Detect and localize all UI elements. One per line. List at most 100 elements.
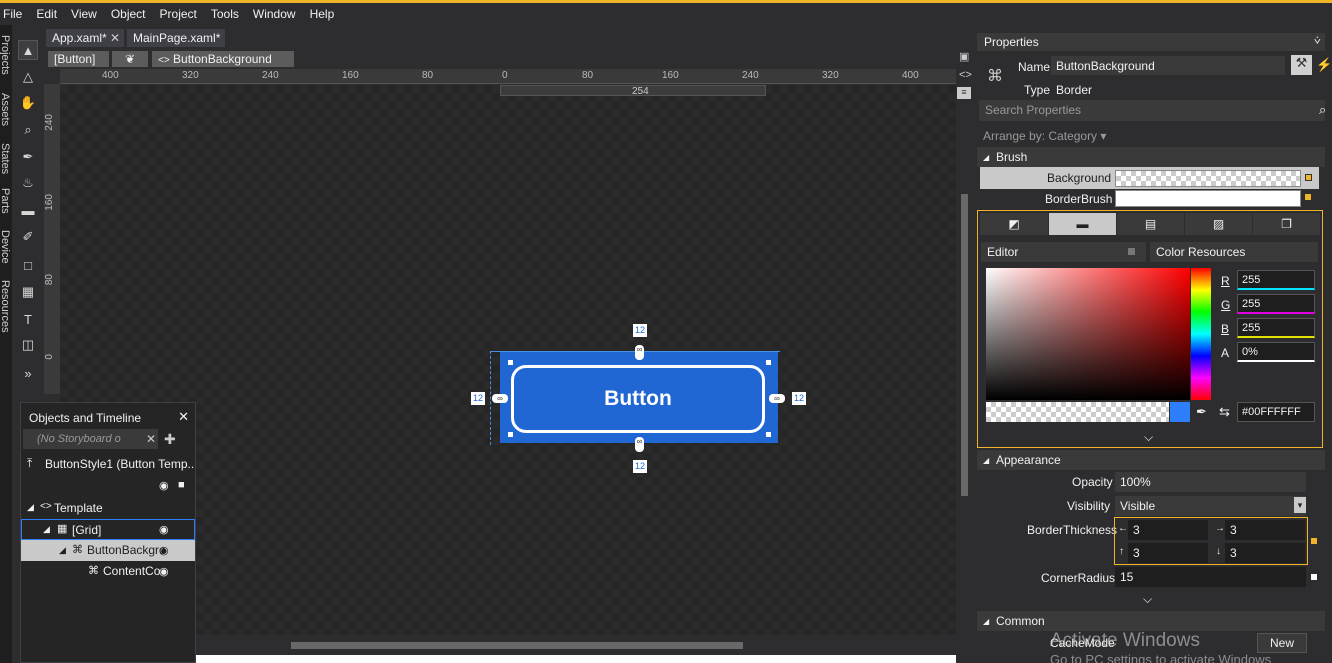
no-brush-tab[interactable]: ◩ (980, 213, 1048, 235)
menu-edit[interactable]: Edit (33, 7, 65, 21)
eye-icon[interactable]: ◉ (159, 544, 169, 557)
menu-view[interactable]: View (68, 7, 105, 21)
tab-device[interactable]: Device (0, 230, 11, 264)
borderthickness-top-field[interactable]: 3 (1128, 543, 1208, 563)
scrollbar-thumb[interactable] (961, 194, 968, 496)
alpha-slider[interactable] (986, 402, 1169, 422)
resize-handle[interactable] (766, 432, 771, 437)
new-button[interactable]: New (1257, 633, 1307, 653)
borderthickness-right-field[interactable]: 3 (1225, 520, 1305, 540)
pan-hand-icon[interactable]: ✋ (18, 93, 38, 113)
eye-icon[interactable]: ◉ (159, 523, 169, 536)
top-anchor-link-icon[interactable]: ∞ (635, 345, 644, 360)
arrange-by-dropdown[interactable]: Arrange by: Category ▾ (983, 129, 1106, 143)
appearance-section-header[interactable]: Appearance (977, 450, 1325, 470)
eye-icon[interactable]: ◉ (159, 565, 169, 578)
menu-help[interactable]: Help (307, 7, 343, 21)
style-row[interactable]: ButtonStyle1 (Button Temp... (21, 454, 195, 475)
doc-tab-app[interactable]: App.xaml* ✕ (46, 29, 124, 47)
local-value-marker[interactable] (1311, 538, 1317, 544)
tab-assets[interactable]: Assets (0, 93, 11, 126)
saturation-value-picker[interactable] (986, 268, 1190, 400)
doc-tab-mainpage[interactable]: MainPage.xaml* (127, 29, 225, 47)
tree-item-buttonbackground[interactable]: ButtonBackgro (21, 540, 195, 561)
opacity-field[interactable]: 100% (1115, 472, 1306, 492)
tab-projects[interactable]: Projects (0, 35, 11, 75)
zoom-icon[interactable]: ⌕ (18, 120, 38, 140)
borderthickness-left-field[interactable]: 3 (1128, 520, 1208, 540)
storyboard-picker[interactable]: (No Storyboard o (23, 429, 158, 449)
swap-color-icon[interactable]: ⇆ (1219, 404, 1230, 420)
collapse-arrow-icon[interactable]: ◢ (983, 456, 989, 465)
more-tools-icon[interactable]: » (18, 363, 38, 383)
gradient-tool-icon[interactable]: ▬ (18, 200, 38, 220)
events-lightning-icon[interactable]: ⚡ (1316, 57, 1332, 73)
breadcrumb-button[interactable]: [Button] (48, 51, 109, 67)
canvas-horizontal-scrollbar[interactable] (196, 636, 956, 654)
selection-tool-icon[interactable]: ▲ (18, 40, 38, 60)
menu-tools[interactable]: Tools (208, 7, 247, 21)
text-tool-icon[interactable]: T (18, 309, 38, 329)
scrollbar-thumb[interactable] (291, 642, 743, 649)
expand-arrow-icon[interactable]: ◢ (43, 524, 50, 535)
red-field[interactable]: 255 (1237, 270, 1315, 290)
green-field[interactable]: 255 (1237, 294, 1315, 314)
hex-color-field[interactable]: #00FFFFFF (1237, 402, 1315, 422)
properties-wrench-icon[interactable]: ⚒ (1291, 55, 1312, 75)
chevron-down-icon[interactable]: ⌵ (1143, 592, 1152, 607)
menu-object[interactable]: Object (108, 7, 154, 21)
collapse-arrow-icon[interactable]: ◢ (983, 617, 989, 626)
lock-icon[interactable]: ■ (178, 479, 185, 491)
cornerradius-field[interactable]: 15 (1115, 567, 1306, 587)
canvas-vertical-scrollbar[interactable] (958, 29, 972, 635)
control-tool-icon[interactable]: ◫ (18, 335, 38, 355)
eyedropper-icon[interactable]: ✒ (1196, 404, 1207, 420)
up-arrow-icon[interactable]: ⤒ (27, 456, 32, 471)
tab-states[interactable]: States (0, 143, 11, 174)
blue-field[interactable]: 255 (1237, 318, 1315, 338)
pin-icon[interactable]: ⩒ (1314, 35, 1321, 48)
name-field[interactable]: ButtonBackground (1051, 56, 1285, 75)
bottom-anchor-link-icon[interactable]: ∞ (635, 437, 644, 452)
left-anchor-link-icon[interactable]: ∞ (492, 394, 508, 403)
advanced-options-icon[interactable] (1128, 248, 1135, 255)
image-brush-tab[interactable]: ▨ (1185, 213, 1252, 235)
editor-tab[interactable]: Editor (981, 242, 1146, 262)
chevron-down-icon[interactable]: ▾ (1294, 497, 1306, 513)
borderbrush-swatch[interactable] (1115, 190, 1301, 207)
close-icon[interactable]: ✕ (110, 29, 120, 47)
resize-handle[interactable] (766, 360, 771, 365)
pen-tool-icon[interactable]: ✐ (18, 227, 38, 247)
split-view-icon[interactable]: ≡ (957, 87, 971, 99)
code-view-icon[interactable]: <> (959, 69, 972, 81)
eyedropper-icon[interactable]: ✒ (18, 147, 38, 167)
visibility-select[interactable]: Visible (1115, 496, 1306, 516)
brush-resources-tab[interactable]: ❐ (1253, 213, 1320, 235)
add-storyboard-icon[interactable]: ✚ (164, 431, 176, 448)
rectangle-tool-icon[interactable]: □ (18, 255, 38, 275)
resize-handle[interactable] (508, 360, 513, 365)
close-storyboard-icon[interactable]: ✕ (146, 432, 156, 446)
local-value-marker[interactable] (1311, 574, 1317, 580)
eye-icon[interactable]: ◉ (159, 479, 169, 492)
hue-slider[interactable] (1191, 268, 1211, 400)
local-value-marker[interactable] (1305, 174, 1312, 181)
right-anchor-link-icon[interactable]: ∞ (769, 394, 785, 403)
alpha-field[interactable]: 0% (1237, 342, 1315, 362)
tree-item-contentpresenter[interactable]: ContentCo (21, 561, 195, 582)
search-icon[interactable]: ⌕ (1319, 102, 1326, 118)
color-resources-tab[interactable]: Color Resources (1150, 242, 1318, 262)
background-swatch[interactable] (1115, 170, 1301, 187)
local-value-marker[interactable] (1305, 194, 1311, 200)
grid-tool-icon[interactable]: ▦ (18, 282, 38, 302)
search-properties-input[interactable]: Search Properties (979, 100, 1325, 121)
solid-brush-tab[interactable]: ▬ (1049, 213, 1116, 235)
paint-bucket-icon[interactable]: ♨ (18, 173, 38, 193)
menu-file[interactable]: File (0, 7, 30, 21)
menu-project[interactable]: Project (157, 7, 205, 21)
common-section-header[interactable]: Common (977, 611, 1325, 631)
template-icon[interactable]: ❦ (112, 51, 148, 67)
resize-handle[interactable] (508, 432, 513, 437)
brush-section-header[interactable]: Brush (977, 147, 1325, 167)
expand-arrow-icon[interactable]: ◢ (27, 502, 34, 513)
